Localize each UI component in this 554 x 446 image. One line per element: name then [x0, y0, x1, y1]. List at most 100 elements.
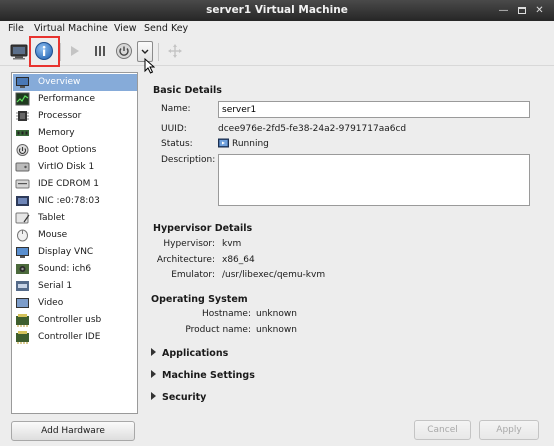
sidebar-item-nic[interactable]: NIC :e0:78:03	[13, 193, 137, 210]
window-title: server1 Virtual Machine	[206, 4, 348, 16]
running-status-icon	[218, 138, 229, 148]
sidebar-item-label: Sound: ich6	[38, 264, 92, 274]
sidebar-item-controller-usb[interactable]: Controller usb	[13, 312, 137, 329]
sidebar-item-performance[interactable]: Performance	[13, 91, 137, 108]
operating-system-heading: Operating System	[151, 294, 248, 305]
sidebar-item-processor[interactable]: Processor	[13, 108, 137, 125]
maximize-icon[interactable]	[515, 4, 528, 17]
menu-file[interactable]: File	[8, 23, 24, 34]
hardware-list[interactable]: Overview Performance Processor Memory Bo…	[11, 72, 138, 414]
sidebar-item-label: IDE CDROM 1	[38, 179, 100, 189]
security-expander[interactable]: Security	[151, 392, 206, 403]
boot-options-icon	[16, 144, 29, 156]
video-icon	[16, 298, 29, 308]
description-textarea[interactable]	[218, 154, 530, 206]
pause-icon[interactable]	[91, 40, 109, 62]
console-icon[interactable]	[8, 40, 30, 62]
sidebar-item-serial[interactable]: Serial 1	[13, 278, 137, 295]
memory-icon	[16, 130, 29, 136]
menu-virtual-machine[interactable]: Virtual Machine	[34, 23, 108, 34]
power-icon[interactable]	[114, 40, 134, 62]
name-input[interactable]	[218, 101, 530, 118]
sidebar-item-label: Display VNC	[38, 247, 94, 257]
uuid-label: UUID:	[161, 124, 187, 134]
annotation-highlight-box	[29, 36, 60, 67]
menu-bar: File Virtual Machine View Send Key	[0, 21, 554, 37]
sidebar-item-overview[interactable]: Overview	[13, 74, 137, 91]
serial-icon	[16, 281, 29, 291]
expander-arrow-icon	[151, 370, 156, 378]
hostname-label: Hostname:	[201, 309, 251, 319]
sidebar-item-label: Video	[38, 298, 64, 308]
applications-label: Applications	[162, 348, 229, 359]
sidebar-item-controller-ide[interactable]: Controller IDE	[13, 329, 137, 346]
sidebar-item-virtio-disk[interactable]: VirtIO Disk 1	[13, 159, 137, 176]
mouse-icon	[17, 229, 28, 242]
close-icon[interactable]: ✕	[533, 4, 546, 17]
sound-icon	[16, 264, 29, 274]
run-icon[interactable]	[66, 40, 84, 62]
fullscreen-icon[interactable]	[166, 40, 184, 62]
applications-expander[interactable]: Applications	[151, 348, 228, 359]
cancel-button[interactable]: Cancel	[414, 420, 471, 440]
controller-icon	[16, 331, 29, 344]
controller-icon	[16, 314, 29, 327]
sidebar-item-label: Performance	[38, 94, 96, 104]
sidebar-item-ide-cdrom[interactable]: IDE CDROM 1	[13, 176, 137, 193]
hypervisor-value: kvm	[222, 239, 242, 249]
toolbar	[0, 37, 554, 66]
toolbar-separator	[60, 43, 61, 61]
machine-settings-label: Machine Settings	[162, 370, 255, 381]
name-label: Name:	[161, 104, 191, 114]
processor-icon	[16, 111, 29, 121]
status-label: Status:	[161, 139, 193, 149]
machine-settings-expander[interactable]: Machine Settings	[151, 370, 255, 381]
sidebar-item-boot-options[interactable]: Boot Options	[13, 142, 137, 159]
sidebar-item-video[interactable]: Video	[13, 295, 137, 312]
hypervisor-label: Hypervisor:	[163, 239, 215, 249]
sidebar-item-label: Serial 1	[38, 281, 73, 291]
overview-details-pane: Basic Details Name: UUID: dcee976e-2fd5-…	[140, 72, 550, 414]
security-label: Security	[162, 392, 207, 403]
vm-details-window: server1 Virtual Machine — ✕ File Virtual…	[0, 0, 554, 446]
add-hardware-button[interactable]: Add Hardware	[11, 421, 135, 441]
minimize-icon[interactable]: —	[497, 4, 510, 17]
product-name-label: Product name:	[185, 325, 251, 335]
performance-icon	[15, 92, 30, 106]
expander-arrow-icon	[151, 348, 156, 356]
sidebar-item-label: VirtIO Disk 1	[38, 162, 95, 172]
hypervisor-details-heading: Hypervisor Details	[153, 223, 253, 234]
tablet-icon	[15, 212, 30, 224]
emulator-label: Emulator:	[171, 270, 215, 280]
sidebar-item-label: Memory	[38, 128, 75, 138]
display-icon	[16, 247, 29, 258]
status-value: Running	[232, 139, 269, 149]
architecture-value: x86_64	[222, 255, 255, 265]
menu-view[interactable]: View	[114, 23, 137, 34]
sidebar-item-label: Processor	[38, 111, 82, 121]
title-bar[interactable]: server1 Virtual Machine — ✕	[0, 0, 554, 21]
product-name-value: unknown	[256, 325, 297, 335]
sidebar-item-label: Controller usb	[38, 315, 102, 325]
sidebar-item-label: Tablet	[38, 213, 65, 223]
sidebar-item-label: Boot Options	[38, 145, 97, 155]
uuid-value: dcee976e-2fd5-fe38-24a2-9791717aa6cd	[218, 124, 407, 134]
expander-arrow-icon	[151, 392, 156, 400]
sidebar-item-label: NIC :e0:78:03	[38, 196, 100, 206]
mouse-pointer-icon	[144, 57, 156, 77]
disk-icon	[15, 162, 30, 172]
architecture-label: Architecture:	[156, 255, 215, 265]
apply-button[interactable]: Apply	[479, 420, 539, 440]
overview-icon	[16, 77, 29, 88]
sidebar-item-label: Overview	[38, 77, 81, 87]
nic-icon	[16, 196, 29, 206]
toolbar-separator	[158, 43, 159, 61]
sidebar-item-mouse[interactable]: Mouse	[13, 227, 137, 244]
sidebar-item-memory[interactable]: Memory	[13, 125, 137, 142]
sidebar-item-tablet[interactable]: Tablet	[13, 210, 137, 227]
sidebar-item-display-vnc[interactable]: Display VNC	[13, 244, 137, 261]
menu-send-key[interactable]: Send Key	[144, 23, 188, 34]
hostname-value: unknown	[256, 309, 297, 319]
sidebar-item-sound[interactable]: Sound: ich6	[13, 261, 137, 278]
description-label: Description:	[161, 155, 216, 165]
